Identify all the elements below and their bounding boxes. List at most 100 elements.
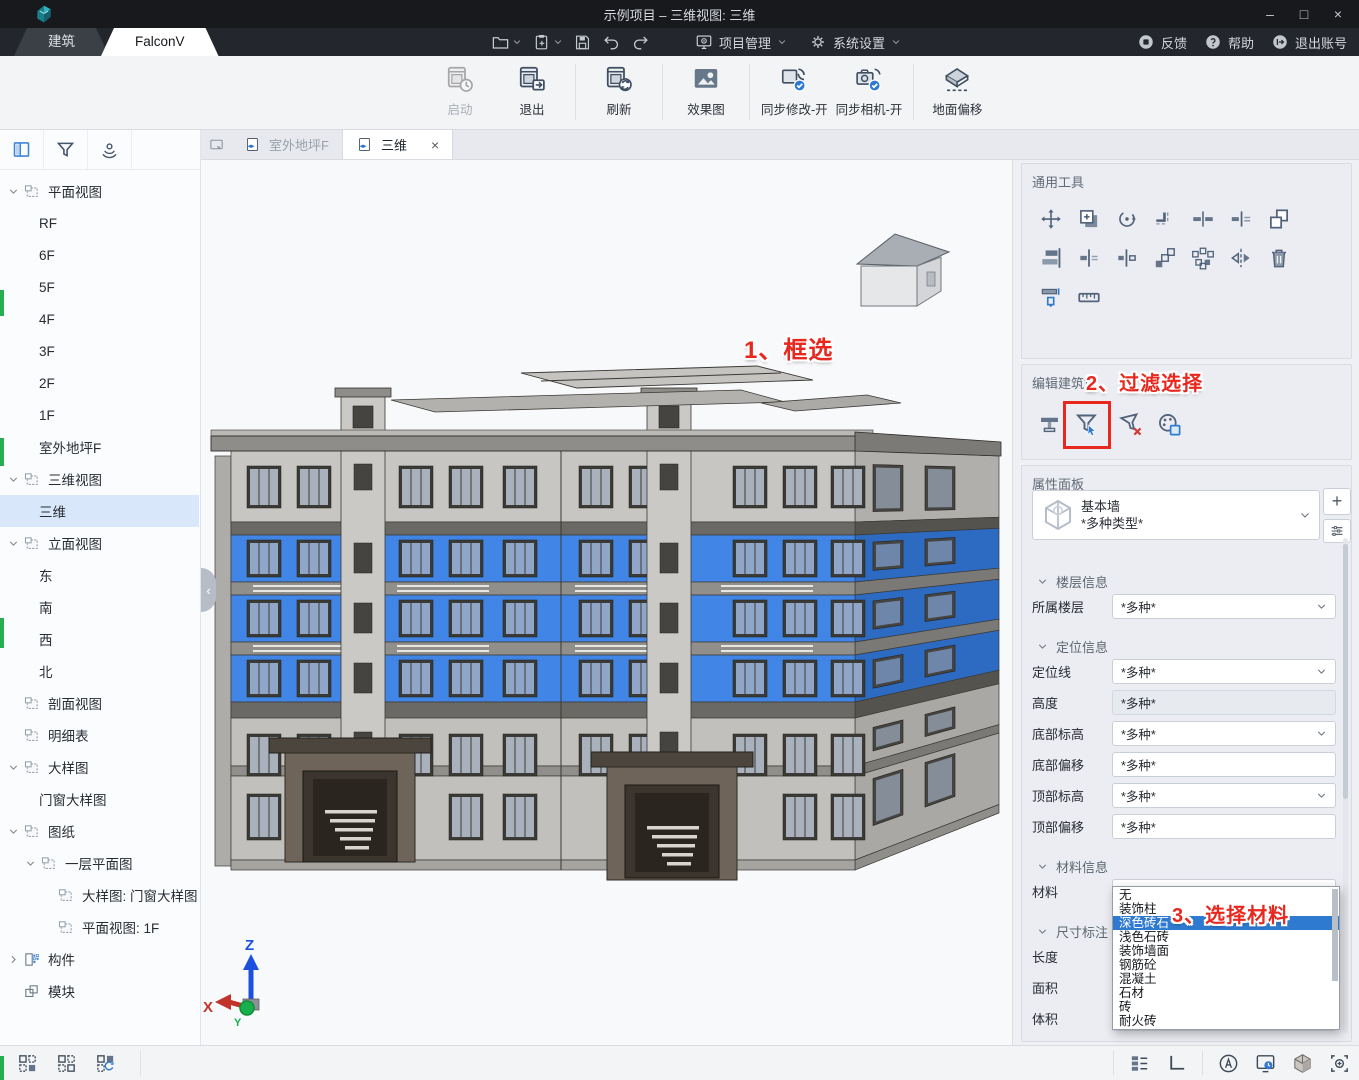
clipboard-plus-button[interactable] — [529, 28, 566, 56]
building-model[interactable]: ZXY — [201, 160, 1012, 1045]
tree-item-南[interactable]: 南 — [0, 591, 199, 623]
tree-item-室外地坪F[interactable]: 室外地坪F — [0, 431, 199, 463]
tree-item-西[interactable]: 西 — [0, 623, 199, 655]
view-tab-三维[interactable]: 三维× — [343, 130, 453, 159]
field-select-所属楼层[interactable]: *多种* — [1112, 594, 1336, 619]
material-option-浅色石砖[interactable]: 浅色石砖 — [1113, 930, 1339, 944]
tree-item-4F[interactable]: 4F — [0, 303, 199, 335]
material-option-钢筋砼[interactable]: 钢筋砼 — [1113, 958, 1339, 972]
status-cube-3d-button[interactable] — [1291, 1052, 1314, 1075]
tool-match-type[interactable] — [1266, 206, 1292, 232]
tree-item-3F[interactable]: 3F — [0, 335, 199, 367]
chevron-down-icon[interactable] — [8, 825, 22, 837]
layout-grid-a-button[interactable] — [16, 1052, 39, 1075]
ribbon-ground-offset-button[interactable]: 地面偏移 — [921, 56, 993, 118]
ribbon-render-image-button[interactable]: 效果图 — [670, 56, 742, 118]
chevron-right-icon[interactable] — [8, 953, 22, 965]
wall-tool-filter-clear[interactable] — [1118, 411, 1145, 438]
browser-panel-columns-button[interactable] — [0, 130, 44, 169]
layout-grid-b-button[interactable] — [55, 1052, 78, 1075]
tree-item-图纸[interactable]: 图纸 — [0, 815, 199, 847]
tool-array-lin[interactable] — [1152, 245, 1178, 271]
tree-item-一层平面图[interactable]: 一层平面图 — [0, 847, 199, 879]
ribbon-app-exit-button[interactable]: 退出 — [496, 56, 568, 118]
chevron-down-icon[interactable] — [8, 761, 22, 773]
material-option-耐火砖[interactable]: 耐火砖 — [1113, 1014, 1339, 1028]
tree-item-构件[interactable]: 构件 — [0, 943, 199, 975]
ribbon-sync-camera-button[interactable]: 同步相机-开 — [832, 56, 907, 118]
float-view-button[interactable] — [201, 130, 231, 159]
status-layer-list-button[interactable] — [1128, 1052, 1151, 1075]
tree-item-2F[interactable]: 2F — [0, 367, 199, 399]
material-option-砖[interactable]: 砖 — [1113, 1000, 1339, 1014]
tool-move[interactable] — [1038, 206, 1064, 232]
tree-item-RF[interactable]: RF — [0, 207, 199, 239]
tool-array-rect[interactable] — [1190, 245, 1216, 271]
feedback-button[interactable]: 反馈 — [1137, 33, 1187, 52]
field-select-底部标高[interactable]: *多种* — [1112, 721, 1336, 746]
tool-extend[interactable] — [1038, 284, 1064, 310]
view-tab-室外地坪F[interactable]: 室外地坪F — [231, 130, 343, 159]
field-select-定位线[interactable]: *多种* — [1112, 659, 1336, 684]
chevron-down-icon[interactable] — [8, 473, 22, 485]
status-letter-a-button[interactable] — [1217, 1052, 1240, 1075]
tree-item-1F[interactable]: 1F — [0, 399, 199, 431]
browser-locate-button[interactable] — [88, 130, 132, 169]
tree-item-三维视图[interactable]: 三维视图 — [0, 463, 199, 495]
tree-item-东[interactable]: 东 — [0, 559, 199, 591]
tool-trash[interactable] — [1266, 245, 1292, 271]
tool-align-center[interactable] — [1076, 245, 1102, 271]
tool-split-el[interactable] — [1228, 206, 1254, 232]
add-type-button[interactable]: + — [1323, 488, 1351, 515]
tree-item-6F[interactable]: 6F — [0, 239, 199, 271]
save-button[interactable] — [570, 28, 595, 56]
material-option-混凝土[interactable]: 混凝土 — [1113, 972, 1339, 986]
dropdown-scrollbar-thumb[interactable] — [1332, 889, 1338, 981]
material-option-装饰墙面[interactable]: 装饰墙面 — [1113, 944, 1339, 958]
ribbon-sync-edit-button[interactable]: 同步修改-开 — [757, 56, 832, 118]
tree-item-门窗大样图[interactable]: 门窗大样图 — [0, 783, 199, 815]
3d-viewport[interactable]: ZXY 1、框选 ‹ — [201, 160, 1012, 1045]
maximize-button[interactable]: □ — [1287, 0, 1321, 28]
tree-item-大样图[interactable]: 大样图 — [0, 751, 199, 783]
logout-button[interactable]: 退出账号 — [1271, 33, 1347, 52]
menu-monitor-gear[interactable]: 项目管理 — [684, 28, 798, 56]
material-option-石材[interactable]: 石材 — [1113, 986, 1339, 1000]
app-tab-falconv[interactable]: FalconV — [101, 28, 219, 56]
undo-button[interactable] — [599, 28, 624, 56]
field-input-顶部偏移[interactable]: *多种* — [1112, 814, 1336, 839]
tree-item-北[interactable]: 北 — [0, 655, 199, 687]
properties-scrollbar-thumb[interactable] — [1343, 544, 1348, 799]
tree-item-三维[interactable]: 三维 — [0, 495, 199, 527]
redo-button[interactable] — [628, 28, 653, 56]
tool-measure[interactable] — [1076, 284, 1102, 310]
tree-item-模块[interactable]: 模块 — [0, 975, 199, 1007]
folder-button[interactable] — [488, 28, 525, 56]
tree-item-立面视图[interactable]: 立面视图 — [0, 527, 199, 559]
tree-item-明细表[interactable]: 明细表 — [0, 719, 199, 751]
minimize-button[interactable]: – — [1253, 0, 1287, 28]
browser-filter-button[interactable] — [44, 130, 88, 169]
status-zoom-extents-button[interactable] — [1328, 1052, 1351, 1075]
tree-item-剖面视图[interactable]: 剖面视图 — [0, 687, 199, 719]
section-材料信息[interactable]: 材料信息 — [1032, 855, 1336, 877]
view-tab-close-button[interactable]: × — [431, 138, 439, 152]
ribbon-app-refresh-button[interactable]: 刷新 — [583, 56, 655, 118]
type-selector[interactable]: 基本墙 *多种类型* — [1032, 490, 1320, 540]
tree-item-平面视图[interactable]: 平面视图 — [0, 175, 199, 207]
field-input-底部偏移[interactable]: *多种* — [1112, 752, 1336, 777]
chevron-down-icon[interactable] — [8, 537, 22, 549]
tree-item-大样图门窗大样图[interactable]: 大样图: 门窗大样图 — [0, 879, 199, 911]
wall-tool-material-apply[interactable] — [1156, 411, 1183, 438]
app-tab-building[interactable]: 建筑 — [14, 28, 109, 56]
tool-copy[interactable] — [1076, 206, 1102, 232]
menu-gear[interactable]: 系统设置 — [798, 28, 912, 56]
close-button[interactable]: × — [1321, 0, 1355, 28]
field-select-顶部标高[interactable]: *多种* — [1112, 783, 1336, 808]
tool-join-corner[interactable] — [1152, 206, 1178, 232]
tree-item-5F[interactable]: 5F — [0, 271, 199, 303]
section-定位信息[interactable]: 定位信息 — [1032, 635, 1336, 657]
tree-item-平面视图1F[interactable]: 平面视图: 1F — [0, 911, 199, 943]
chevron-down-icon[interactable] — [25, 857, 39, 869]
tool-rotate[interactable] — [1114, 206, 1140, 232]
